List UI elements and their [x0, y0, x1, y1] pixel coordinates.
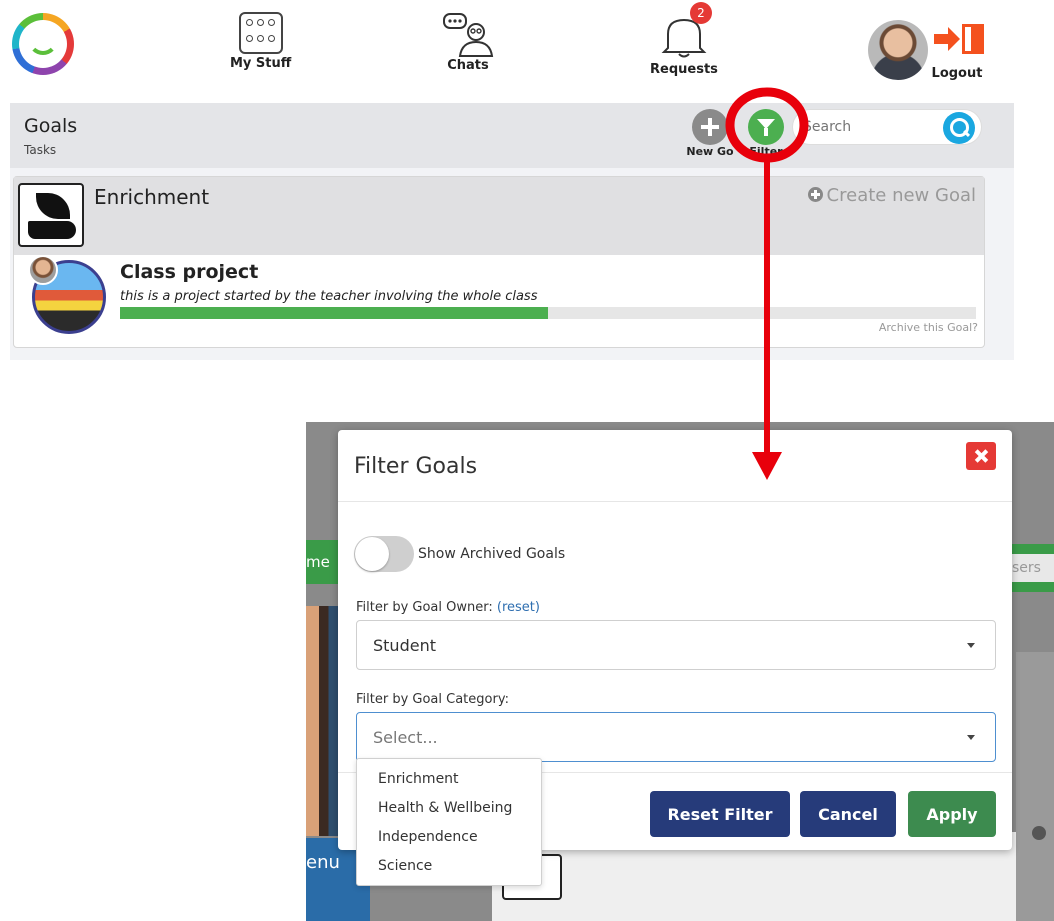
category-option[interactable]: Science	[357, 852, 541, 881]
page-subtitle: Tasks	[24, 143, 57, 157]
show-archived-label: Show Archived Goals	[418, 546, 566, 562]
create-new-goal-link[interactable]: Create new Goal	[807, 185, 976, 206]
search-icon[interactable]	[943, 112, 975, 144]
background-menu-label: enu	[306, 852, 340, 873]
plus-circle-icon	[807, 187, 823, 202]
filter-funnel-icon	[748, 109, 784, 145]
new-goal-label: New Go	[686, 145, 734, 158]
nav-requests-label: Requests	[650, 62, 718, 77]
background-tab-left: me	[306, 540, 338, 584]
nav-requests[interactable]: 2 Requests	[650, 2, 718, 77]
app-logo[interactable]	[12, 13, 74, 75]
background-tab-right: sers	[1008, 544, 1054, 592]
goal-category-placeholder: Select...	[373, 728, 438, 747]
goal-owner-select[interactable]: Student	[356, 620, 996, 670]
user-avatar[interactable]	[868, 20, 928, 80]
goal-category-select[interactable]: Select...	[356, 712, 996, 762]
filter-modal-screenshot: me sers enu Filter Goals Show Archived G…	[306, 422, 1054, 921]
filter-label: Filter	[749, 145, 783, 158]
goal-owner-label: Filter by Goal Owner: (reset)	[356, 600, 540, 615]
page-title: Goals	[24, 115, 78, 137]
chat-person-icon	[443, 13, 494, 57]
goal-progress-bar	[120, 307, 976, 319]
goal-row[interactable]: Class project this is a project started …	[14, 255, 984, 347]
background-profile-photo	[306, 606, 338, 836]
requests-count-badge: 2	[690, 2, 712, 24]
category-option[interactable]: Enrichment	[357, 765, 541, 794]
dialog-header: Filter Goals	[338, 430, 1012, 502]
nav-my-stuff[interactable]: My Stuff	[230, 12, 291, 71]
goal-category-dropdown: Enrichment Health & Wellbeing Independen…	[356, 758, 542, 886]
dialog-title: Filter Goals	[354, 454, 478, 479]
nav-my-stuff-label: My Stuff	[230, 56, 292, 71]
category-title: Enrichment	[94, 185, 210, 209]
logout-icon	[934, 22, 984, 62]
apply-button[interactable]: Apply	[908, 791, 996, 837]
goal-category-card: Enrichment Create new Goal Class project…	[13, 176, 985, 348]
logout-label: Logout	[931, 66, 983, 81]
caret-down-icon	[967, 735, 975, 740]
create-new-goal-label: Create new Goal	[826, 185, 976, 206]
nav-chats[interactable]: Chats	[442, 12, 494, 73]
background-plus-icon	[1032, 826, 1046, 840]
show-archived-toggle[interactable]	[354, 536, 414, 572]
close-icon[interactable]	[966, 442, 996, 470]
category-header: Enrichment Create new Goal	[14, 177, 984, 255]
top-navigation: My Stuff Chats 2 Requests Logout	[10, 2, 1014, 103]
goal-category-label: Filter by Goal Category:	[356, 692, 509, 707]
filter-button[interactable]: Filter	[744, 109, 788, 158]
category-option[interactable]: Independence	[357, 823, 541, 852]
nav-chats-label: Chats	[447, 58, 489, 73]
logout-button[interactable]: Logout	[930, 22, 984, 81]
goals-app: My Stuff Chats 2 Requests Logout Goals T…	[10, 2, 1014, 360]
goal-owner-value: Student	[373, 636, 436, 655]
category-option[interactable]: Health & Wellbeing	[357, 794, 541, 823]
reset-filter-button[interactable]: Reset Filter	[650, 791, 790, 837]
search-input[interactable]	[803, 116, 943, 138]
archive-goal-link[interactable]: Archive this Goal?	[879, 321, 978, 334]
background-right-panel	[1016, 652, 1054, 921]
caret-down-icon	[967, 643, 975, 648]
goal-owner-reset-link[interactable]: (reset)	[497, 600, 540, 615]
goal-description: this is a project started by the teacher…	[120, 289, 538, 304]
goal-owner-avatar	[28, 255, 58, 285]
plant-in-hand-icon	[18, 183, 84, 247]
cancel-button[interactable]: Cancel	[800, 791, 896, 837]
plus-icon	[692, 109, 728, 145]
background-tab-right-label: sers	[1010, 554, 1054, 582]
goals-toolbar: Goals Tasks New Go Filter	[10, 103, 1014, 168]
goal-title: Class project	[120, 261, 259, 283]
toggle-knob	[355, 537, 389, 571]
goal-progress-fill	[120, 307, 548, 319]
goal-owner-label-text: Filter by Goal Owner:	[356, 600, 493, 615]
grid-icon	[238, 12, 283, 54]
search-box	[792, 109, 982, 145]
new-goal-button[interactable]: New Go	[680, 109, 740, 158]
